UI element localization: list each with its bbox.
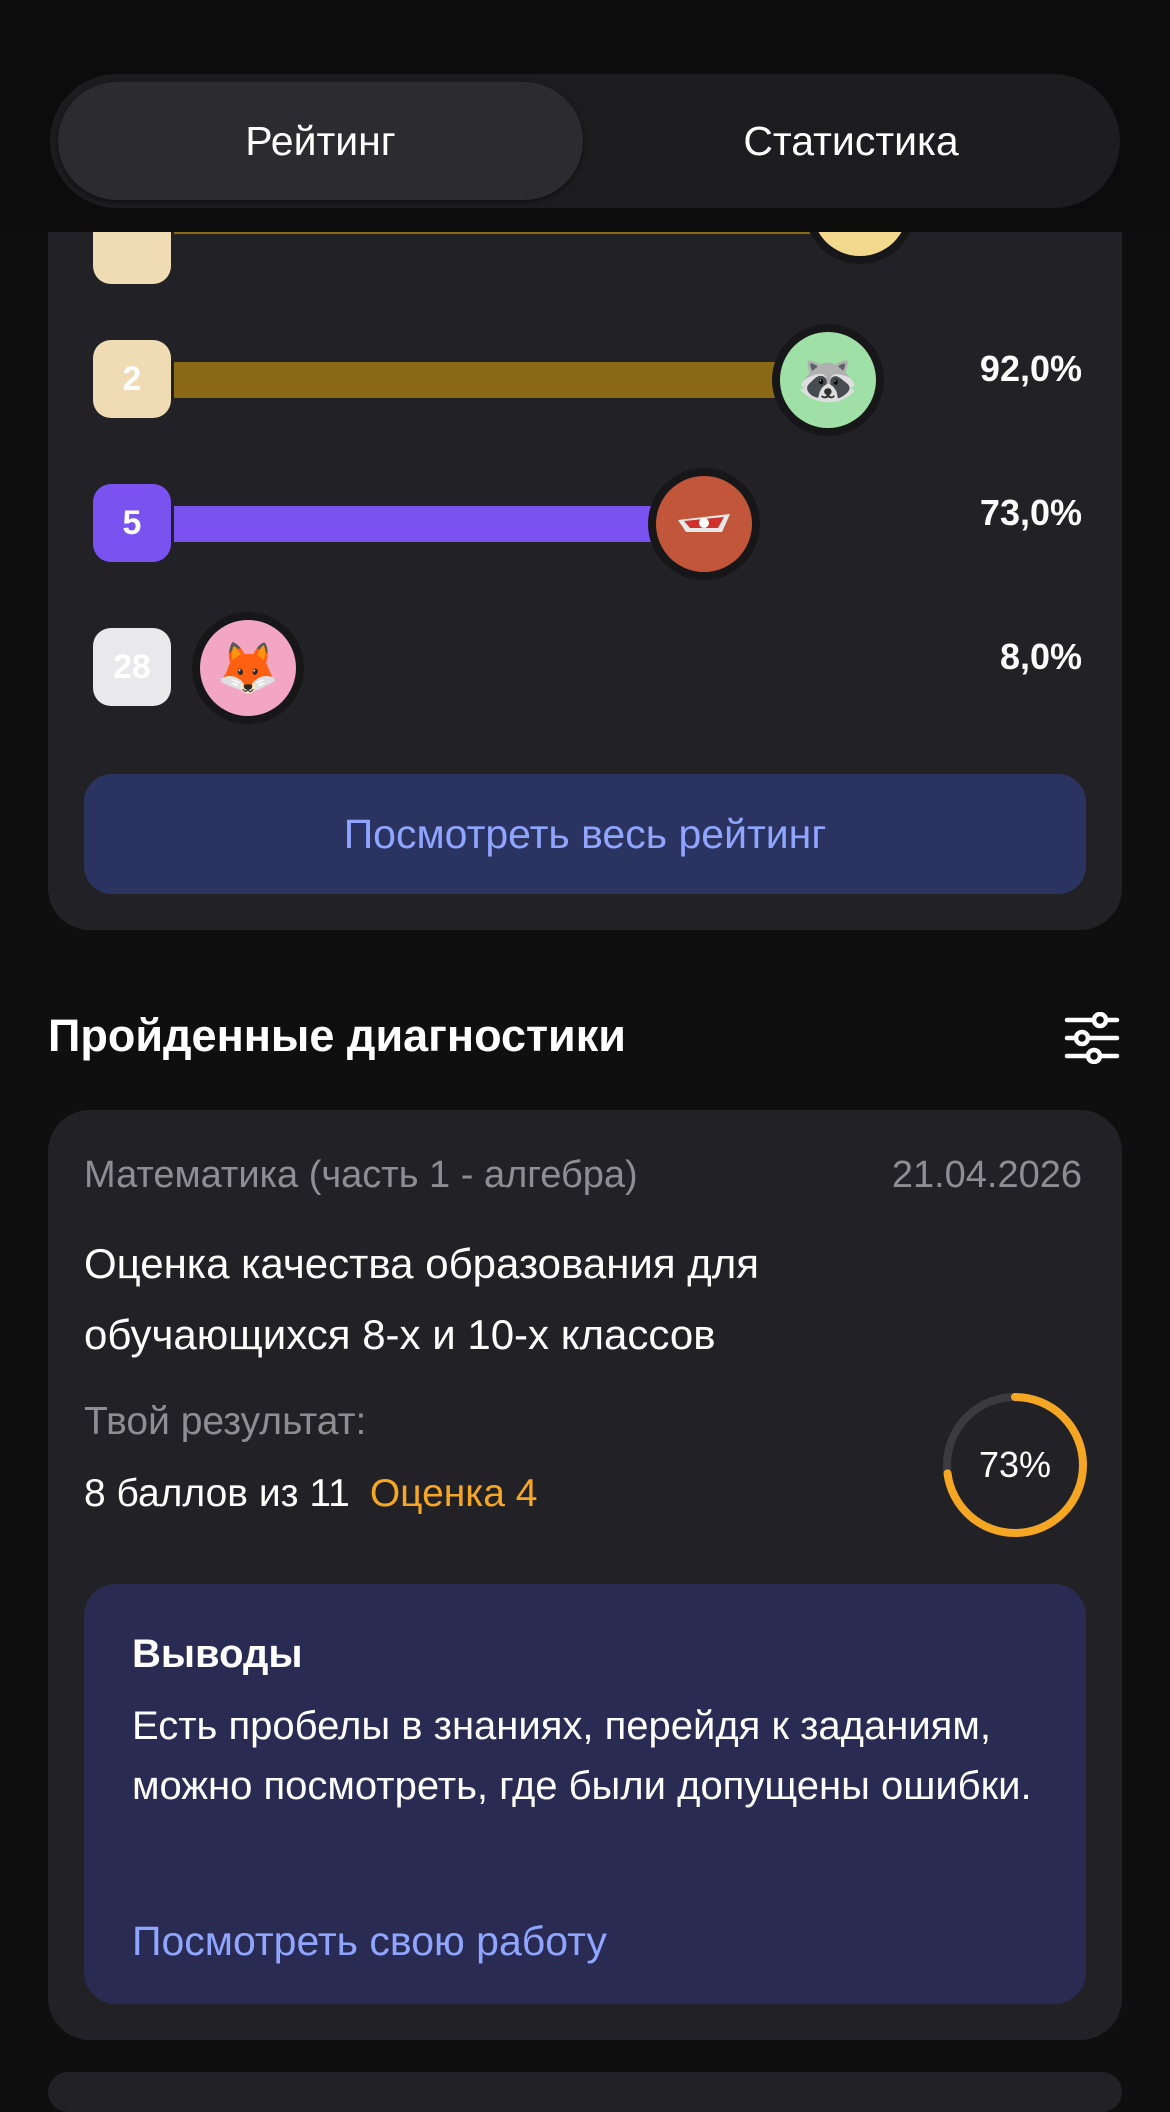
ranking-row: 28 🦊 8,0% [48,598,1122,724]
conclusion-box: Выводы Есть пробелы в знаниях, перейдя к… [84,1584,1086,2004]
percent-value: 8,0% [999,636,1082,677]
sliders-icon[interactable] [1064,1012,1120,1064]
segmented-control: Рейтинг Статистика [50,74,1120,208]
fox-icon: 🦊 [200,620,296,716]
header: Рейтинг Статистика [0,0,1170,232]
ranking-card: 🐱 2 🦝 92,0% 5 73,0% 28 🦊 [48,120,1122,930]
subject-label: Математика (часть 1 - алгебра) [84,1154,638,1196]
grade-text: Оценка 4 [369,1472,538,1515]
conclusion-text: Есть пробелы в знаниях, перейдя к задани… [132,1704,1032,1808]
ranking-row: 5 73,0% [48,454,1122,580]
avatar: 🦝 [772,324,884,436]
spartak-logo-icon [656,476,752,572]
tab-rating[interactable]: Рейтинг [58,82,583,200]
progress-bar [174,362,824,398]
diagnostic-title: Оценка качества образования для обучающи… [84,1240,760,1358]
ranking-row: 2 🦝 92,0% [48,310,1122,436]
result-label: Твой результат: [84,1400,367,1443]
result-score: 8 баллов из 11 Оценка 4 [84,1472,537,1516]
next-card [48,2072,1122,2112]
avatar [648,468,760,580]
view-full-rating-button[interactable]: Посмотреть весь рейтинг [84,774,1086,894]
tab-statistics[interactable]: Статистика [590,82,1112,200]
score-text: 8 баллов из 11 [84,1472,350,1515]
raccoon-icon: 🦝 [780,332,876,428]
place-badge: 28 [93,628,171,706]
place-badge: 5 [93,484,171,562]
avatar: 🦊 [192,612,304,724]
view-my-work-link[interactable]: Посмотреть свою работу [132,1918,607,1965]
progress-bar [174,506,702,542]
percent-value: 92,0% [979,348,1082,389]
percent-text: 73% [978,1444,1052,1485]
diagnostic-card[interactable]: Математика (часть 1 - алгебра) 21.04.202… [48,1110,1122,2040]
percent-value: 73,0% [979,492,1082,533]
date-label: 21.04.2026 [891,1154,1082,1196]
conclusion-title: Выводы [132,1632,303,1676]
place-badge: 2 [93,340,171,418]
section-title: Пройденные диагностики [48,1010,626,1061]
